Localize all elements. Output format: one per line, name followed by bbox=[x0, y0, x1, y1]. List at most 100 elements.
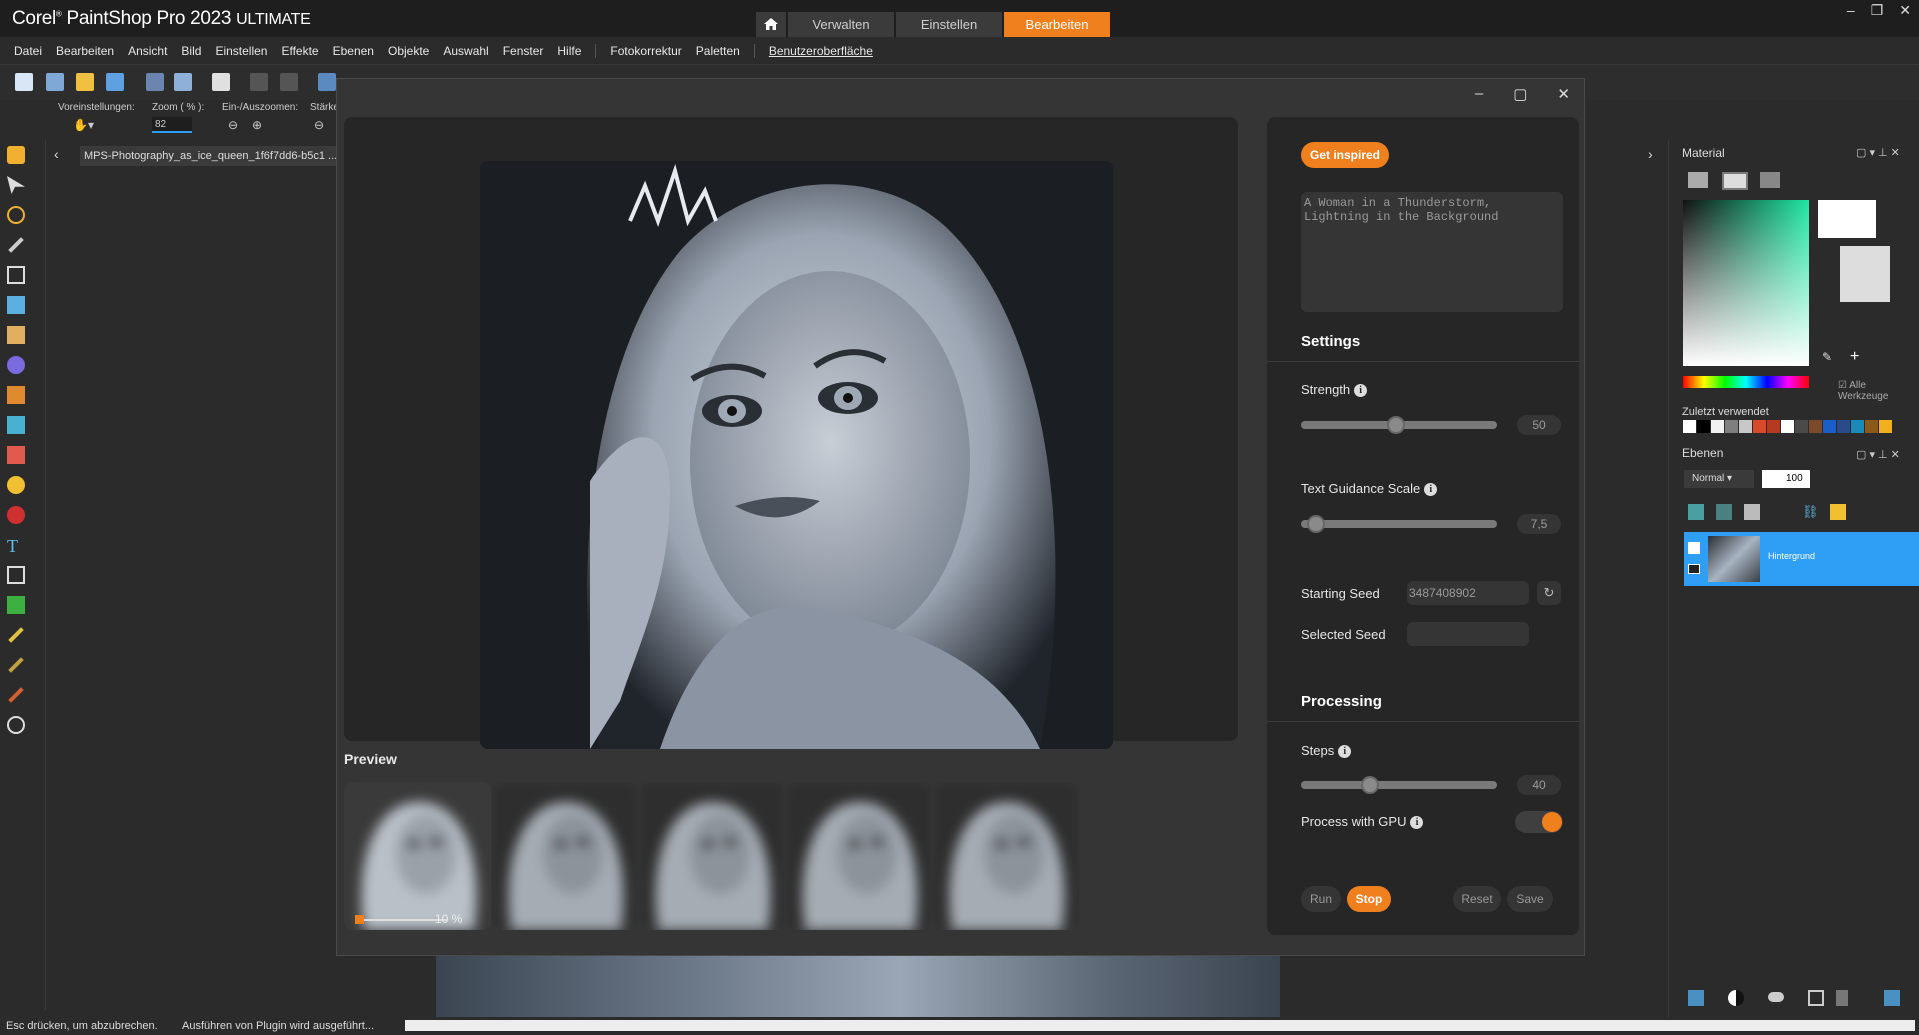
preview-thumbnail-1[interactable] bbox=[344, 782, 492, 930]
menu-bild[interactable]: Bild bbox=[181, 44, 201, 58]
brush-visibility-icon[interactable] bbox=[1688, 542, 1700, 554]
tab-scroll-right-icon[interactable]: › bbox=[1648, 146, 1653, 162]
mask-icon[interactable] bbox=[1768, 992, 1784, 1002]
guidance-value[interactable]: 7,5 bbox=[1517, 514, 1561, 534]
frame-icon[interactable] bbox=[1688, 172, 1708, 188]
recent-color-swatch[interactable] bbox=[1879, 420, 1892, 433]
pan-tool-icon[interactable]: ✋▾ bbox=[73, 118, 94, 132]
rainbow-icon[interactable] bbox=[1722, 172, 1748, 190]
reset-icon[interactable]: ⊖ bbox=[314, 118, 324, 132]
add-tool-icon[interactable] bbox=[7, 716, 25, 734]
gpu-toggle[interactable] bbox=[1515, 811, 1563, 833]
tab-einstellen[interactable]: Einstellen bbox=[896, 12, 1002, 37]
undo-icon[interactable] bbox=[250, 73, 268, 91]
guidance-slider[interactable] bbox=[1301, 520, 1497, 528]
straighten-icon[interactable] bbox=[7, 296, 25, 314]
lasso-icon[interactable] bbox=[7, 206, 25, 224]
redo-icon[interactable] bbox=[280, 73, 298, 91]
grid-icon[interactable] bbox=[46, 73, 64, 91]
layer-name[interactable]: Hintergrund bbox=[1768, 551, 1815, 561]
opacity-field[interactable]: 100 bbox=[1762, 470, 1810, 488]
layer-row-background[interactable]: Hintergrund bbox=[1684, 532, 1919, 586]
menu-benutzeroberflaeche[interactable]: Benutzeroberfläche bbox=[769, 44, 873, 58]
preview-thumbnail-4[interactable] bbox=[785, 782, 933, 930]
steps-slider-knob[interactable] bbox=[1361, 776, 1379, 794]
print-icon[interactable] bbox=[212, 73, 230, 91]
eye-icon[interactable] bbox=[1688, 564, 1700, 574]
link-icon[interactable]: ⛓ bbox=[1802, 504, 1819, 520]
menu-einstellen[interactable]: Einstellen bbox=[215, 44, 267, 58]
dropper-icon[interactable]: ✎ bbox=[1822, 350, 1832, 364]
stop-button[interactable]: Stop bbox=[1347, 886, 1391, 912]
retouch-icon[interactable] bbox=[8, 687, 24, 703]
save-button[interactable]: Save bbox=[1507, 886, 1553, 912]
menu-fotokorrektur[interactable]: Fotokorrektur bbox=[610, 44, 681, 58]
zoom-input[interactable]: 82 bbox=[152, 117, 192, 133]
scanner-icon[interactable] bbox=[106, 73, 124, 91]
recent-color-swatch[interactable] bbox=[1711, 420, 1724, 433]
mask-icon[interactable] bbox=[1744, 504, 1760, 520]
tab-scroll-left-icon[interactable]: ‹ bbox=[54, 146, 59, 162]
preview-thumbnail-5[interactable] bbox=[932, 782, 1080, 930]
panel-controls[interactable]: ▢ ▾ ⊥ ✕ bbox=[1856, 146, 1900, 159]
recent-color-swatch[interactable] bbox=[1823, 420, 1836, 433]
all-tools-checkbox[interactable]: ☑ Alle Werkzeuge bbox=[1838, 380, 1919, 402]
selected-seed-field[interactable] bbox=[1407, 622, 1529, 646]
recent-color-swatch[interactable] bbox=[1851, 420, 1864, 433]
properties-icon[interactable] bbox=[1884, 990, 1900, 1006]
menu-paletten[interactable]: Paletten bbox=[696, 44, 740, 58]
dropper-icon[interactable] bbox=[8, 237, 24, 253]
trash-icon[interactable] bbox=[1836, 990, 1848, 1006]
open-folder-icon[interactable] bbox=[76, 73, 94, 91]
recent-color-swatch[interactable] bbox=[1837, 420, 1850, 433]
menu-bearbeiten[interactable]: Bearbeiten bbox=[56, 44, 114, 58]
menu-effekte[interactable]: Effekte bbox=[281, 44, 318, 58]
color-picker-field[interactable] bbox=[1683, 200, 1809, 366]
adjust-layer-icon[interactable] bbox=[1716, 504, 1732, 520]
new-file-icon[interactable] bbox=[15, 73, 33, 91]
recent-color-swatch[interactable] bbox=[1753, 420, 1766, 433]
shape-icon[interactable] bbox=[7, 596, 25, 614]
guidance-slider-knob[interactable] bbox=[1307, 515, 1325, 533]
recent-color-swatch[interactable] bbox=[1865, 420, 1878, 433]
recent-color-swatch[interactable] bbox=[1697, 420, 1710, 433]
panel-controls[interactable]: ▢ ▾ ⊥ ✕ bbox=[1856, 448, 1900, 461]
starting-seed-field[interactable]: 3487408902 bbox=[1407, 581, 1529, 605]
zoom-in-icon[interactable]: ⊕ bbox=[252, 118, 262, 132]
info-icon[interactable]: i bbox=[1354, 384, 1368, 397]
crop-icon[interactable] bbox=[318, 73, 336, 91]
recent-color-swatch[interactable] bbox=[1767, 420, 1780, 433]
tab-verwalten[interactable]: Verwalten bbox=[788, 12, 894, 37]
lock-icon[interactable] bbox=[1830, 504, 1846, 520]
dialog-close-button[interactable]: ✕ bbox=[1557, 85, 1570, 103]
brush-icon[interactable] bbox=[7, 386, 25, 404]
recent-color-swatch[interactable] bbox=[1795, 420, 1808, 433]
crop-icon[interactable] bbox=[7, 266, 25, 284]
clone-icon[interactable] bbox=[7, 356, 25, 374]
paint-icon[interactable] bbox=[7, 506, 25, 524]
save-as-icon[interactable] bbox=[174, 73, 192, 91]
image-icon[interactable] bbox=[7, 416, 25, 434]
recent-color-swatch[interactable] bbox=[1725, 420, 1738, 433]
recent-color-swatch[interactable] bbox=[1739, 420, 1752, 433]
add-swatch-icon[interactable]: + bbox=[1850, 348, 1859, 366]
preview-thumbnail-2[interactable] bbox=[491, 782, 639, 930]
swatches-icon[interactable] bbox=[1760, 172, 1780, 188]
reset-button[interactable]: Reset bbox=[1453, 886, 1501, 912]
menu-fenster[interactable]: Fenster bbox=[503, 44, 544, 58]
foreground-swatch[interactable] bbox=[1818, 200, 1876, 238]
document-tab[interactable]: MPS-Photography_as_ice_queen_1f6f7dd6-b5… bbox=[80, 146, 340, 166]
pan-tool-icon[interactable] bbox=[7, 146, 25, 164]
fill-icon[interactable] bbox=[7, 476, 25, 494]
background-swatch[interactable] bbox=[1840, 246, 1890, 302]
zoom-out-icon[interactable]: ⊖ bbox=[228, 118, 238, 132]
new-layer-icon[interactable] bbox=[1688, 990, 1704, 1006]
info-icon[interactable]: i bbox=[1410, 816, 1424, 829]
menu-hilfe[interactable]: Hilfe bbox=[557, 44, 581, 58]
pick-tool-icon[interactable] bbox=[7, 176, 25, 194]
info-icon[interactable]: i bbox=[1338, 745, 1352, 758]
blend-mode-select[interactable]: Normal ▾ bbox=[1684, 470, 1754, 488]
get-inspired-button[interactable]: Get inspired bbox=[1301, 142, 1389, 168]
dialog-minimize-button[interactable]: – bbox=[1475, 85, 1483, 103]
preview-thumbnail-3[interactable] bbox=[638, 782, 786, 930]
